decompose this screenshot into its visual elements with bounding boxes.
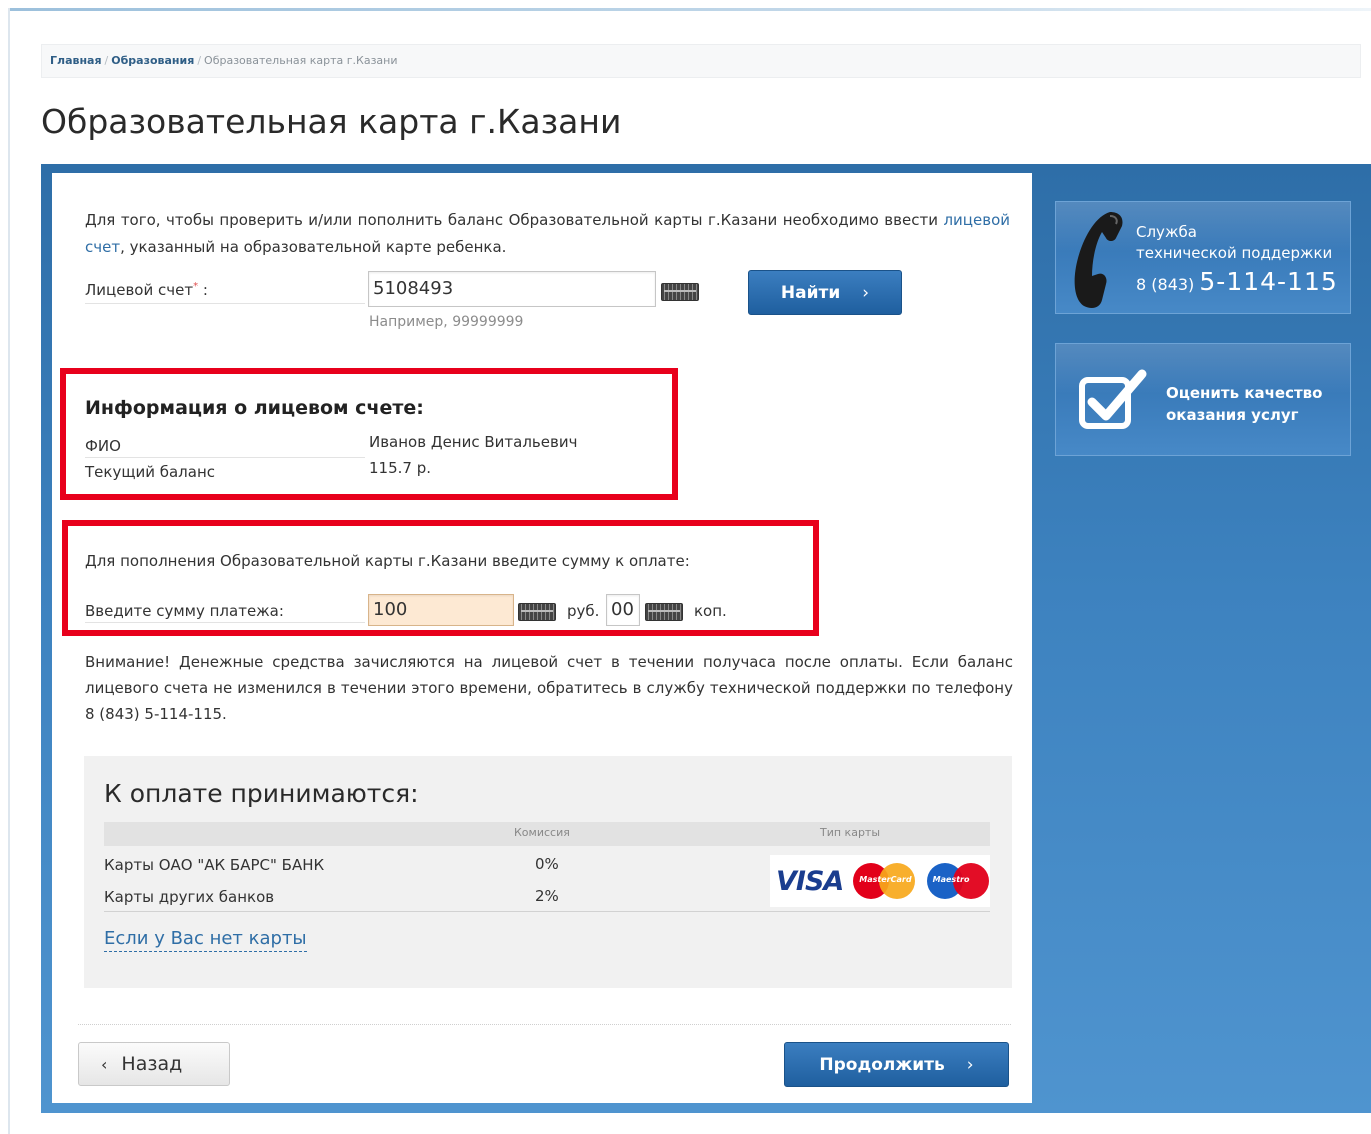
label-underline: [85, 622, 365, 623]
continue-button[interactable]: Продолжить ›: [784, 1042, 1009, 1087]
col-card-type: Тип карты: [820, 826, 881, 839]
required-mark: *: [193, 281, 199, 292]
intro-text-before: Для того, чтобы проверить и/или пополнит…: [85, 211, 938, 229]
intro-text: Для того, чтобы проверить и/или пополнит…: [85, 207, 1010, 261]
amount-kop-input[interactable]: 00: [606, 594, 640, 626]
label-underline: [85, 457, 365, 458]
payment-title: К оплате принимаются:: [104, 779, 419, 808]
table-divider: [104, 911, 990, 912]
label-underline: [85, 303, 365, 304]
keyboard-icon[interactable]: [661, 283, 699, 301]
rate-text: Оценить качество оказания услуг: [1166, 382, 1322, 426]
breadcrumb: Главная / Образования / Образовательная карт…: [41, 44, 1361, 78]
continue-button-label: Продолжить: [819, 1054, 945, 1075]
amount-label: Введите сумму платежа:: [85, 602, 284, 620]
rate-line1: Оценить качество: [1166, 384, 1323, 402]
account-label: Лицевой счет* :: [85, 281, 208, 299]
back-button[interactable]: ‹ Назад: [78, 1042, 230, 1086]
account-hint: Например, 99999999: [369, 314, 524, 330]
top-border: [10, 8, 1371, 11]
fio-value: Иванов Денис Витальевич: [369, 433, 578, 451]
account-info-title: Информация о лицевом счете:: [85, 397, 424, 419]
support-phone-prefix: 8 (843): [1136, 275, 1195, 294]
back-button-label: Назад: [121, 1053, 183, 1075]
keyboard-icon[interactable]: [645, 603, 683, 621]
nav-divider: [78, 1024, 1011, 1025]
keyboard-icon[interactable]: [518, 603, 556, 621]
intro-text-after: , указанный на образовательной карте реб…: [120, 238, 507, 256]
rate-quality-banner[interactable]: Оценить качество оказания услуг: [1055, 343, 1351, 456]
payment-row-name: Карты ОАО "АК БАРС" БАНК: [104, 856, 325, 874]
col-commission: Комиссия: [514, 826, 570, 839]
maestro-logo: Maestro: [926, 861, 990, 901]
kop-unit: коп.: [694, 602, 727, 620]
chevron-right-icon: ›: [862, 282, 870, 303]
breadcrumb-section[interactable]: Образования: [111, 54, 194, 67]
mastercard-logo-text: MasterCard: [859, 875, 912, 884]
topup-instruction: Для пополнения Образовательной карты г.К…: [85, 552, 690, 570]
maestro-logo-text: Maestro: [932, 875, 970, 884]
breadcrumb-separator: /: [197, 54, 202, 67]
support-banner[interactable]: Служба технической поддержки 8 (843) 5-1…: [1055, 201, 1351, 314]
support-line1: Служба: [1136, 223, 1197, 241]
left-border: [8, 8, 10, 1134]
support-line2: технической поддержки: [1136, 244, 1333, 262]
find-button[interactable]: Найти ›: [748, 270, 902, 315]
fio-label: ФИО: [85, 437, 121, 455]
support-phone: 8 (843) 5-114-115: [1136, 267, 1338, 296]
account-label-colon: :: [202, 281, 208, 299]
page-title: Образовательная карта г.Казани: [41, 102, 622, 141]
card-logos: VISA MasterCard Maestro: [770, 855, 990, 907]
breadcrumb-home[interactable]: Главная: [50, 54, 102, 67]
support-text: Служба технической поддержки: [1136, 222, 1332, 264]
notice-text: Внимание! Денежные средства зачисляются …: [85, 653, 1013, 723]
chevron-left-icon: ‹: [101, 1054, 108, 1074]
breadcrumb-current: Образовательная карта г.Казани: [204, 54, 398, 67]
breadcrumb-separator: /: [104, 54, 109, 67]
balance-value: 115.7 р.: [369, 459, 431, 477]
no-card-link[interactable]: Если у Вас нет карты: [104, 927, 307, 952]
checkmark-icon: [1079, 369, 1147, 429]
payment-table-header: Комиссия Тип карты: [104, 822, 990, 846]
payment-row-commission: 2%: [535, 887, 559, 905]
amount-rub-input[interactable]: 100: [368, 594, 514, 626]
chevron-right-icon: ›: [966, 1054, 974, 1075]
rate-line2: оказания услуг: [1166, 406, 1299, 424]
payment-row-commission: 0%: [535, 855, 559, 873]
visa-logo: VISA: [776, 865, 844, 897]
support-phone-number: 5-114-115: [1199, 267, 1338, 296]
mastercard-logo: MasterCard: [853, 861, 916, 901]
rub-unit: руб.: [567, 602, 600, 620]
payment-row-name: Карты других банков: [104, 888, 275, 906]
account-input[interactable]: 5108493: [368, 271, 656, 307]
account-label-text: Лицевой счет: [85, 281, 194, 299]
find-button-label: Найти: [780, 282, 841, 303]
phone-handset-icon: [1074, 212, 1123, 308]
balance-label: Текущий баланс: [85, 463, 215, 481]
